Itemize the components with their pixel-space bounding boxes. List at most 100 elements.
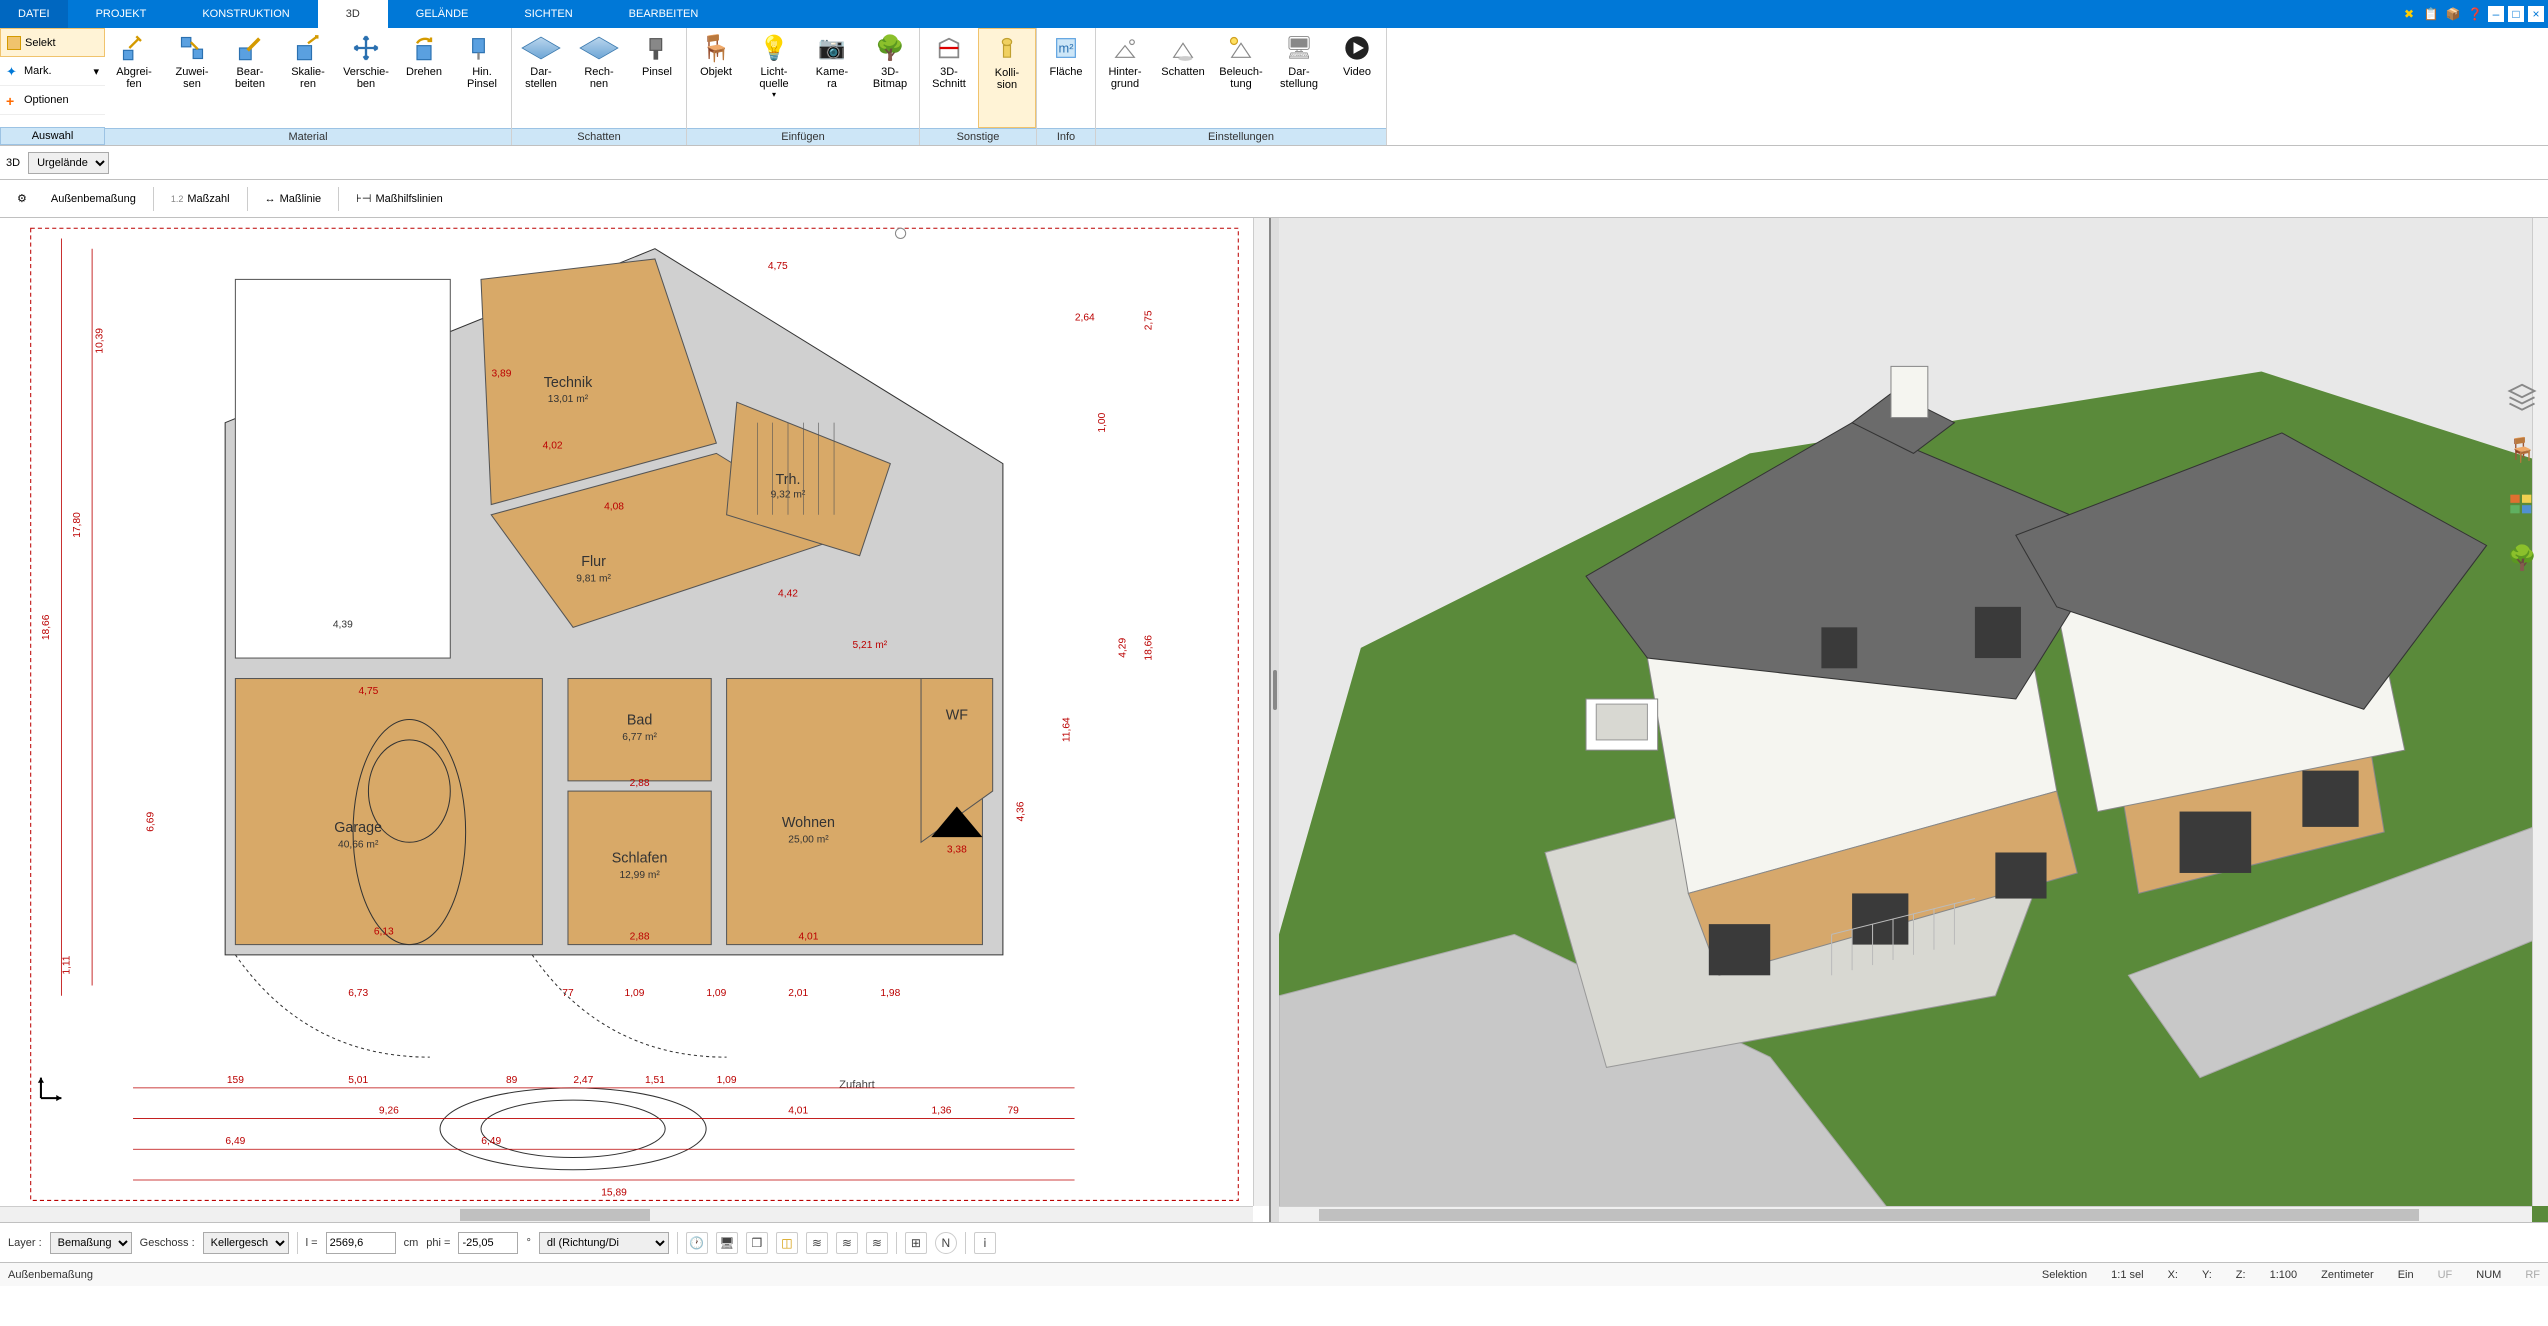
ribbon: Selekt ✦Mark.▾ +Optionen Auswahl Abgrei-… bbox=[0, 28, 2548, 146]
tool-darstellen[interactable]: Dar- stellen bbox=[512, 28, 570, 128]
layer-select[interactable]: Bemaßung bbox=[50, 1232, 132, 1254]
tool-lichtquelle[interactable]: 💡Licht- quelle▾ bbox=[745, 28, 803, 128]
menu-datei[interactable]: DATEI bbox=[0, 0, 68, 28]
btn-masshilfslinien[interactable]: ⊦⊣ Maßhilfslinien bbox=[345, 187, 454, 210]
tool-bearbeiten[interactable]: Bear- beiten bbox=[221, 28, 279, 128]
plus-icon: + bbox=[6, 93, 20, 107]
svg-text:15,89: 15,89 bbox=[601, 1187, 627, 1198]
tool-kollision[interactable]: Kolli- sion bbox=[978, 28, 1036, 128]
phi-input[interactable] bbox=[458, 1232, 518, 1254]
svg-text:Garage: Garage bbox=[334, 820, 382, 836]
tool-darstellung[interactable]: 🖥Dar- stellung bbox=[1270, 28, 1328, 128]
cubes-icon[interactable]: ❒ bbox=[746, 1232, 768, 1254]
stack-icon[interactable]: ◫ bbox=[776, 1232, 798, 1254]
pane-divider[interactable] bbox=[1271, 218, 1279, 1222]
svg-text:4,01: 4,01 bbox=[788, 1105, 808, 1116]
layers4-icon[interactable]: ≋ bbox=[866, 1232, 888, 1254]
tool-icon[interactable]: ✖ bbox=[2400, 5, 2418, 23]
svg-text:25,00 m²: 25,00 m² bbox=[788, 834, 829, 845]
svg-text:9,26: 9,26 bbox=[379, 1105, 399, 1116]
group-einstellungen: Hinter- grund Schatten Beleuch- tung 🖥Da… bbox=[1096, 28, 1387, 145]
north-icon[interactable]: N bbox=[935, 1232, 957, 1254]
menu-konstruktion[interactable]: KONSTRUKTION bbox=[174, 0, 317, 28]
status-x: X: bbox=[2168, 1269, 2178, 1281]
svg-text:1,36: 1,36 bbox=[932, 1105, 952, 1116]
opt-mark[interactable]: ✦Mark.▾ bbox=[0, 57, 105, 86]
svg-text:3,38: 3,38 bbox=[947, 844, 967, 855]
dimension-toolbar: ⚙ Außenbemaßung 1.2 Maßzahl ↔ Maßlinie ⊦… bbox=[0, 180, 2548, 218]
svg-text:6,13: 6,13 bbox=[374, 926, 394, 937]
grid-icon[interactable]: ⊞ bbox=[905, 1232, 927, 1254]
svg-text:40,66 m²: 40,66 m² bbox=[338, 839, 379, 850]
tool-verschieben[interactable]: Verschie- ben bbox=[337, 28, 395, 128]
svg-text:10,39: 10,39 bbox=[94, 328, 105, 354]
svg-text:Technik: Technik bbox=[544, 375, 593, 391]
layers2-icon[interactable]: ≋ bbox=[806, 1232, 828, 1254]
tool-flaeche[interactable]: m²Fläche bbox=[1037, 28, 1095, 128]
menu-bar: DATEI PROJEKT KONSTRUKTION 3D GELÄNDE SI… bbox=[0, 0, 2548, 28]
mode-select[interactable]: dl (Richtung/Di bbox=[539, 1232, 669, 1254]
package-icon[interactable]: 📦 bbox=[2444, 5, 2462, 23]
tool-skalieren[interactable]: Skalie- ren bbox=[279, 28, 337, 128]
status-ein: Ein bbox=[2398, 1269, 2414, 1281]
terrain-select[interactable]: Urgelände bbox=[28, 152, 109, 174]
group-info: m²Fläche Info bbox=[1037, 28, 1096, 145]
menu-3d[interactable]: 3D bbox=[318, 0, 388, 28]
clipboard-icon[interactable]: 📋 bbox=[2422, 5, 2440, 23]
geschoss-select[interactable]: Kellergesch bbox=[203, 1232, 289, 1254]
menu-sichten[interactable]: SICHTEN bbox=[496, 0, 600, 28]
menu-bearbeiten[interactable]: BEARBEITEN bbox=[601, 0, 727, 28]
monitor-icon[interactable]: 🖥 bbox=[716, 1232, 738, 1254]
info-icon[interactable]: ⅰ bbox=[974, 1232, 996, 1254]
layers-icon[interactable] bbox=[2504, 378, 2540, 414]
svg-text:6,69: 6,69 bbox=[146, 812, 157, 832]
chair-side-icon[interactable]: 🪑 bbox=[2504, 432, 2540, 468]
tool-drehen[interactable]: Drehen bbox=[395, 28, 453, 128]
svg-text:13,01 m²: 13,01 m² bbox=[548, 394, 589, 405]
tool-beleuchtung[interactable]: Beleuch- tung bbox=[1212, 28, 1270, 128]
tool-3dbitmap[interactable]: 🌳3D- Bitmap bbox=[861, 28, 919, 128]
v-scrollbar-2d[interactable] bbox=[1253, 218, 1269, 1206]
tool-hinpinsel[interactable]: Hin. Pinsel bbox=[453, 28, 511, 128]
tool-schatten2[interactable]: Schatten bbox=[1154, 28, 1212, 128]
status-num: NUM bbox=[2476, 1269, 2501, 1281]
close-button[interactable]: × bbox=[2528, 6, 2544, 22]
tree-side-icon[interactable]: 🌳 bbox=[2504, 540, 2540, 576]
tool-hintergrund[interactable]: Hinter- grund bbox=[1096, 28, 1154, 128]
svg-text:1,11: 1,11 bbox=[62, 955, 73, 974]
minimize-button[interactable]: – bbox=[2488, 6, 2504, 22]
menu-gelaende[interactable]: GELÄNDE bbox=[388, 0, 497, 28]
tool-video[interactable]: Video bbox=[1328, 28, 1386, 128]
palette-icon[interactable] bbox=[2504, 486, 2540, 522]
btn-masszahl[interactable]: 1.2 Maßzahl bbox=[160, 188, 241, 210]
tool-objekt[interactable]: 🪑Objekt bbox=[687, 28, 745, 128]
btn-aussenbemassung[interactable]: Außenbemaßung bbox=[40, 188, 147, 210]
side-tool-strip: 🪑 🌳 bbox=[2500, 378, 2544, 576]
floorplan-pane[interactable]: 18,66 17,80 10,39 Technik13,01 m² Flur9,… bbox=[0, 218, 1271, 1222]
menu-projekt[interactable]: PROJEKT bbox=[68, 0, 175, 28]
maximize-button[interactable]: □ bbox=[2508, 6, 2524, 22]
layers3-icon[interactable]: ≋ bbox=[836, 1232, 858, 1254]
3d-view-pane[interactable] bbox=[1279, 218, 2548, 1222]
camera-icon: 📷 bbox=[816, 32, 848, 64]
tool-3dschnitt[interactable]: 3D- Schnitt bbox=[920, 28, 978, 128]
h-scrollbar-2d[interactable] bbox=[0, 1206, 1253, 1222]
opt-selekt[interactable]: Selekt bbox=[0, 28, 105, 57]
cube-icon bbox=[579, 37, 618, 60]
opt-optionen[interactable]: +Optionen bbox=[0, 86, 105, 115]
clock-icon[interactable]: 🕐 bbox=[686, 1232, 708, 1254]
h-scrollbar-3d[interactable] bbox=[1279, 1206, 2532, 1222]
tool-kamera[interactable]: 📷Kame- ra bbox=[803, 28, 861, 128]
tool-rechnen[interactable]: Rech- nen bbox=[570, 28, 628, 128]
v-scrollbar-3d[interactable] bbox=[2532, 218, 2548, 1206]
tool-zuweisen[interactable]: Zuwei- sen bbox=[163, 28, 221, 128]
tool-pinsel[interactable]: Pinsel bbox=[628, 28, 686, 128]
help-icon[interactable]: ❓ bbox=[2466, 5, 2484, 23]
btn-gear[interactable]: ⚙ bbox=[6, 187, 38, 210]
status-sel: 1:1 sel bbox=[2111, 1269, 2143, 1281]
svg-text:4,02: 4,02 bbox=[543, 440, 563, 451]
l-input[interactable] bbox=[326, 1232, 396, 1254]
btn-masslinie[interactable]: ↔ Maßlinie bbox=[254, 188, 333, 210]
tool-abgreifen[interactable]: Abgrei- fen bbox=[105, 28, 163, 128]
svg-text:1,09: 1,09 bbox=[625, 988, 645, 999]
